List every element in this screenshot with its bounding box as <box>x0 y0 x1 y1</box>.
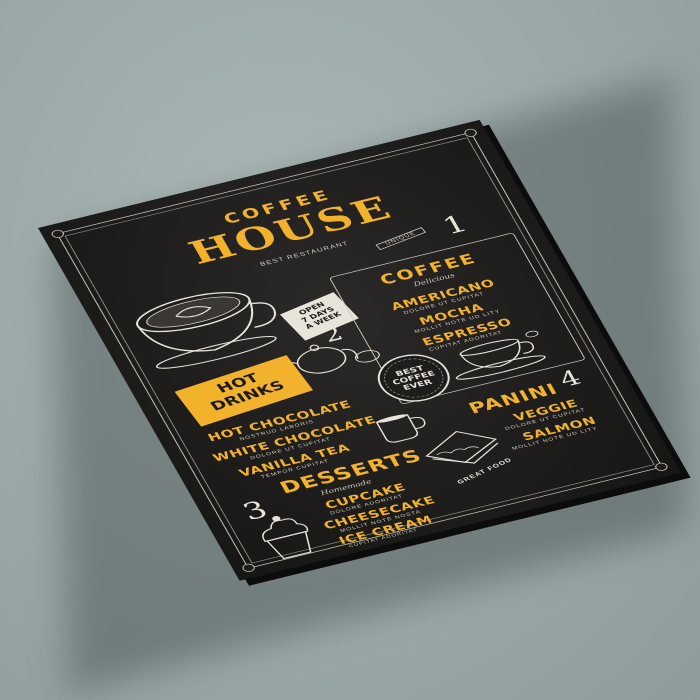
frame-corner <box>653 461 670 472</box>
scene: COFFEE HOUSE BEST RESTAURANT UNIQUE OPEN… <box>0 0 700 700</box>
